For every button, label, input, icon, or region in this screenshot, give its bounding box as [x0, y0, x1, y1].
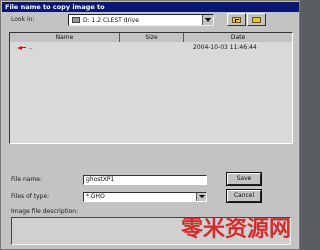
look-in-label: Look in:	[11, 16, 35, 23]
look-in-value: D: 1.2 CLEST drive	[83, 17, 139, 24]
look-in-dropdown-button[interactable]	[202, 15, 213, 25]
column-header-date[interactable]: Date	[184, 33, 292, 42]
file-name-label: File name:	[11, 176, 42, 183]
column-header-name[interactable]: Name	[10, 33, 120, 42]
list-item-name: ..	[29, 44, 33, 51]
up-one-level-button[interactable]	[227, 13, 246, 26]
file-type-dropdown-button[interactable]	[196, 193, 206, 201]
save-button[interactable]: Save	[226, 172, 262, 186]
up-folder-icon	[232, 17, 241, 23]
column-header-size[interactable]: Size	[120, 33, 184, 42]
list-item[interactable]: .. 2004-10-03 11:46:44	[10, 43, 292, 52]
dialog-title: File name to copy image to	[2, 2, 299, 12]
chevron-down-icon	[205, 18, 211, 22]
description-label: Image file description:	[11, 208, 79, 215]
file-type-select[interactable]: *.GHO	[83, 192, 207, 202]
list-item-date: 2004-10-03 11:46:44	[193, 44, 257, 51]
new-folder-button[interactable]	[247, 13, 266, 26]
cancel-button[interactable]: Cancel	[226, 189, 262, 203]
parent-arrow-icon	[17, 45, 27, 50]
chevron-down-icon	[199, 195, 205, 198]
file-type-label: Files of type:	[11, 193, 50, 200]
drive-icon	[72, 17, 80, 23]
file-type-value: *.GHO	[86, 193, 105, 200]
new-folder-icon	[252, 17, 261, 23]
watermark-text: 零米资源网	[181, 217, 292, 242]
file-name-input[interactable]: ghostXP1	[83, 175, 207, 185]
save-image-dialog: File name to copy image to Look in: D: 1…	[0, 0, 300, 250]
look-in-combo[interactable]: D: 1.2 CLEST drive	[68, 14, 214, 26]
file-list[interactable]: Name Size Date .. 2004-10-03 11:46:44	[9, 32, 293, 144]
watermark: 零米资源网	[179, 207, 297, 245]
